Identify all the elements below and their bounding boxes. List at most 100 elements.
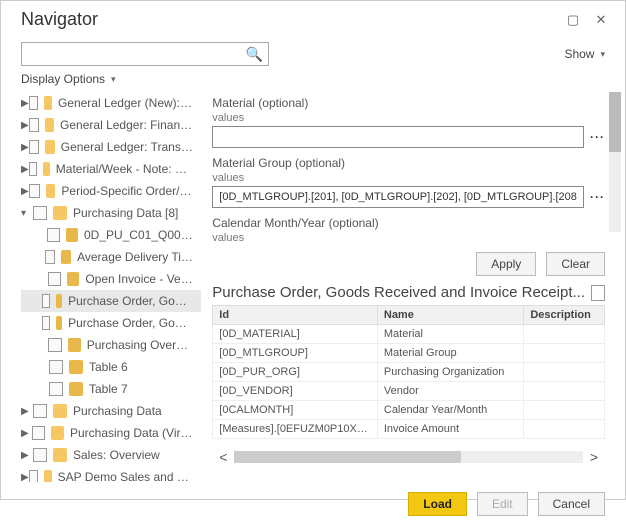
tree-node-label: Average Delivery Time - Vendor [77, 250, 193, 264]
window-close-button[interactable]: ✕ [587, 12, 615, 28]
expand-arrow-icon[interactable]: ▶ [21, 186, 29, 197]
tree-node[interactable]: ▶ General Ledger (New): Transaction Figur… [21, 92, 201, 114]
tree-node[interactable]: ▶Purchasing Data [21, 400, 201, 422]
tree-checkbox[interactable] [29, 140, 39, 154]
column-header[interactable]: Name [377, 306, 523, 325]
expand-arrow-icon[interactable]: ▶ [21, 164, 29, 175]
load-button[interactable]: Load [408, 492, 467, 516]
expand-arrow-icon[interactable]: ▶ [21, 120, 29, 131]
table-cell: Material Group [377, 344, 523, 363]
tree-node-label: Purchase Order, Goods Received and Invoi… [68, 294, 193, 308]
tree-node-label: Purchasing Overview [87, 338, 194, 352]
param-matgroup-input[interactable] [212, 186, 584, 208]
tree-node[interactable]: ▶Material/Week - Note: New Design of Inv… [21, 158, 201, 180]
expand-arrow-icon[interactable]: ▶ [21, 98, 29, 109]
edit-button[interactable]: Edit [477, 492, 528, 516]
tree-checkbox[interactable] [49, 382, 63, 396]
preview-table: IdNameDescription [0D_MATERIAL]Material[… [212, 305, 605, 439]
hscroll-thumb[interactable] [234, 451, 461, 463]
tree-checkbox[interactable] [29, 96, 38, 110]
tree-node-label: General Ledger: Transaction Figures [61, 140, 194, 154]
tree-node[interactable]: ▾Purchasing Data [8] [21, 202, 201, 224]
cancel-button[interactable]: Cancel [538, 492, 605, 516]
display-options-dropdown[interactable]: Display Options [1, 70, 625, 92]
folder-icon [46, 184, 56, 198]
search-icon[interactable]: 🔍 [246, 46, 263, 63]
hscroll-right-button[interactable]: > [583, 449, 605, 465]
table-row[interactable]: [0D_MTLGROUP]Material Group [213, 344, 605, 363]
tree-checkbox[interactable] [33, 448, 47, 462]
tree-node-label: SAP Demo Sales and Distribution: Overvie… [58, 470, 194, 482]
tree-node[interactable]: Purchase Order, Goods Received and Invoi… [21, 312, 201, 334]
table-row[interactable]: [Measures].[0EFUZM0P10X72MBPOYVBYISWVInv… [213, 420, 605, 439]
tree-node-label: Sales: Overview [73, 448, 160, 462]
tree-checkbox[interactable] [29, 184, 39, 198]
expand-arrow-icon[interactable]: ▶ [21, 406, 33, 417]
preview-title: Purchase Order, Goods Received and Invoi… [212, 284, 585, 301]
params-scrollbar[interactable] [609, 92, 621, 232]
tree-node[interactable]: 0D_PU_C01_Q0013KE [21, 224, 201, 246]
tree-checkbox[interactable] [29, 470, 38, 482]
cube-icon [68, 338, 81, 352]
cube-icon [56, 316, 62, 330]
param-material-picker-icon[interactable]: ··· [590, 130, 605, 144]
tree-checkbox[interactable] [48, 272, 61, 286]
expand-arrow-icon[interactable]: ▾ [21, 208, 33, 219]
expand-arrow-icon[interactable]: ▶ [21, 428, 32, 439]
tree-node-label: Table 6 [89, 360, 128, 374]
search-input[interactable] [21, 42, 269, 66]
expand-arrow-icon[interactable]: ▶ [21, 472, 29, 483]
column-header[interactable]: Id [213, 306, 378, 325]
tree-checkbox[interactable] [42, 294, 49, 308]
tree-node[interactable]: ▶ Sales: Overview [21, 444, 201, 466]
tree-node[interactable]: ▶ Period-Specific Order/Material View [21, 180, 201, 202]
table-row[interactable]: [0D_VENDOR]Vendor [213, 382, 605, 401]
table-cell [524, 363, 605, 382]
tree-checkbox[interactable] [45, 250, 55, 264]
tree-checkbox[interactable] [33, 404, 47, 418]
tree-checkbox[interactable] [48, 338, 61, 352]
cube-icon [69, 382, 83, 396]
tree-node[interactable]: ▶General Ledger: Financial Statements [21, 114, 201, 136]
tree-checkbox[interactable] [42, 316, 49, 330]
apply-button[interactable]: Apply [476, 252, 536, 276]
navigator-tree[interactable]: ▶ General Ledger (New): Transaction Figur… [1, 92, 202, 482]
hscroll-track[interactable] [234, 451, 583, 463]
tree-checkbox[interactable] [32, 426, 45, 440]
tree-node-label: General Ledger (New): Transaction Figure… [58, 96, 193, 110]
show-dropdown[interactable]: Show [564, 47, 605, 61]
tree-checkbox[interactable] [33, 206, 47, 220]
expand-arrow-icon[interactable]: ▶ [21, 450, 33, 461]
clear-button[interactable]: Clear [546, 252, 605, 276]
param-material-input[interactable] [212, 126, 584, 148]
table-row[interactable]: [0D_MATERIAL]Material [213, 325, 605, 344]
window-restore-button[interactable]: ▢ [559, 12, 587, 28]
table-row[interactable]: [0D_PUR_ORG]Purchasing Organization [213, 363, 605, 382]
param-calmonth-label: Calendar Month/Year (optional) [212, 216, 605, 230]
table-cell: [0D_MATERIAL] [213, 325, 378, 344]
tree-node[interactable]: ▶Purchasing Data (Virtual) [21, 422, 201, 444]
column-header[interactable]: Description [524, 306, 605, 325]
hscroll-left-button[interactable]: < [212, 449, 234, 465]
tree-node[interactable]: Average Delivery Time - Vendor [21, 246, 201, 268]
param-matgroup-picker-icon[interactable]: ··· [590, 190, 605, 204]
expand-arrow-icon[interactable]: ▶ [21, 142, 29, 153]
tree-node[interactable]: Table 7 [21, 378, 201, 400]
cube-icon [66, 228, 78, 242]
tree-node[interactable]: Table 6 [21, 356, 201, 378]
tree-checkbox[interactable] [47, 228, 59, 242]
tree-checkbox[interactable] [29, 118, 39, 132]
tree-node[interactable]: Open Invoice - Vendor [21, 268, 201, 290]
table-row[interactable]: [0CALMONTH]Calendar Year/Month [213, 401, 605, 420]
folder-icon [53, 448, 67, 462]
tree-checkbox[interactable] [29, 162, 37, 176]
tree-node-label: Period-Specific Order/Material View [61, 184, 193, 198]
table-cell: [Measures].[0EFUZM0P10X72MBPOYVBYISWV [213, 420, 378, 439]
tree-node[interactable]: ▶ SAP Demo Sales and Distribution: Overvi… [21, 466, 201, 482]
table-cell: [0D_MTLGROUP] [213, 344, 378, 363]
preview-doc-icon[interactable] [591, 285, 605, 301]
tree-node[interactable]: ▶ General Ledger: Transaction Figures [21, 136, 201, 158]
tree-node[interactable]: Purchase Order, Goods Received and Invoi… [21, 290, 201, 312]
tree-node[interactable]: Purchasing Overview [21, 334, 201, 356]
tree-checkbox[interactable] [49, 360, 63, 374]
